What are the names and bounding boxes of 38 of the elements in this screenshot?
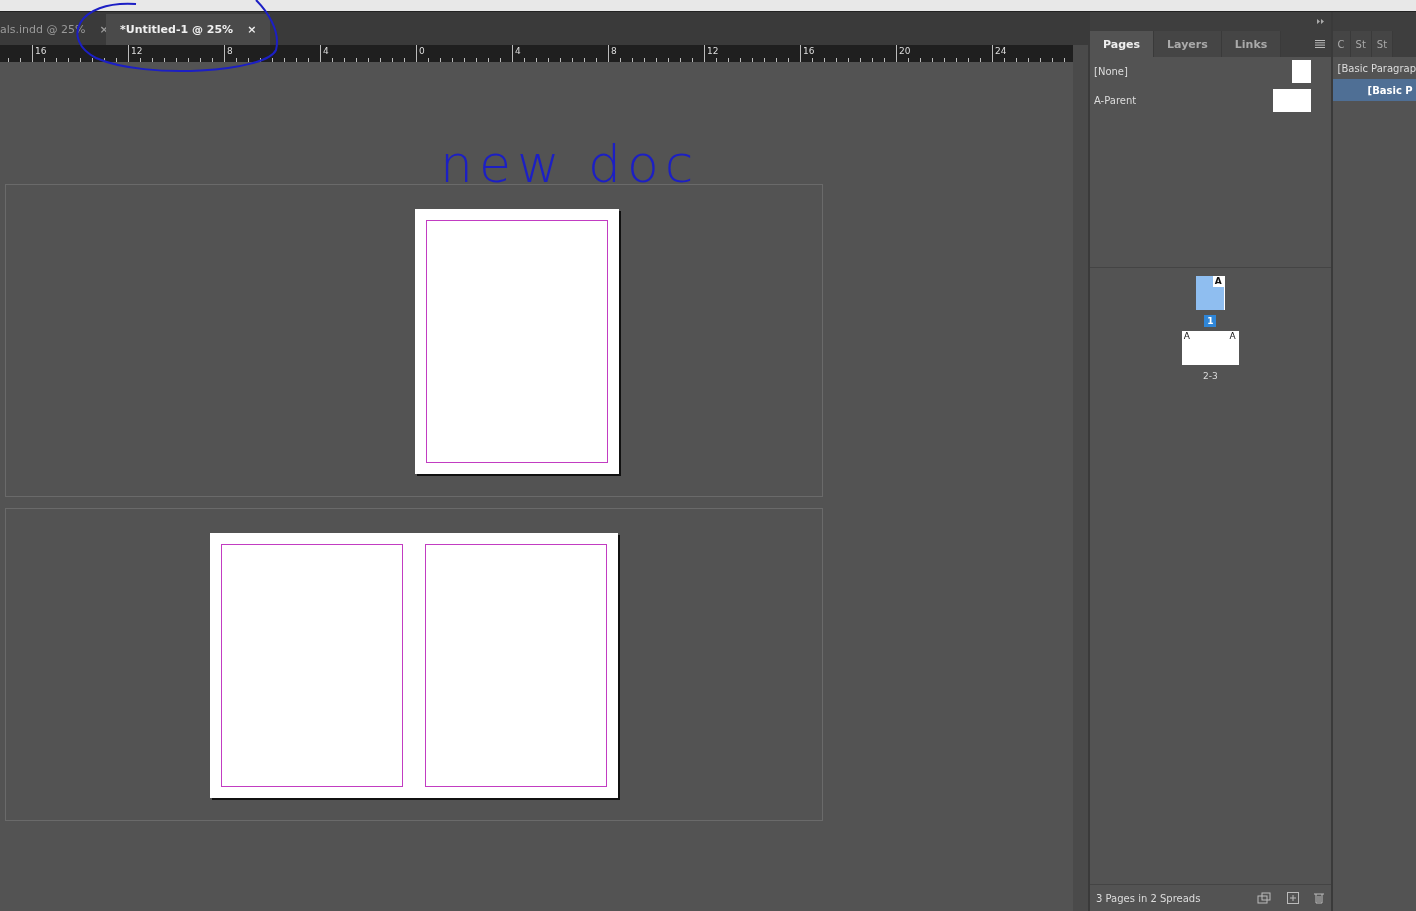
style-item[interactable]: [Basic P [1332, 79, 1416, 101]
collapse-icon[interactable] [1316, 19, 1325, 24]
panel-tab[interactable]: Layers [1154, 31, 1222, 57]
close-icon[interactable]: × [247, 23, 257, 36]
page-number: 1 [1204, 315, 1217, 327]
ruler-number: 20 [896, 45, 992, 59]
ruler-number: 12 [704, 45, 800, 59]
ruler-number: 0 [416, 45, 512, 59]
parent-label[interactable]: A-Parent [1094, 95, 1137, 106]
parent-prefix: A [1228, 331, 1237, 342]
handwritten-note: new doc [440, 134, 700, 194]
style-item[interactable]: [Basic Paragrap [1332, 57, 1416, 79]
ruler-number: 4 [320, 45, 416, 59]
parent-label[interactable]: [None] [1094, 66, 1128, 77]
vertical-scrollbar[interactable] [1073, 62, 1088, 911]
panel-tab[interactable]: St [1350, 31, 1372, 57]
ruler-number: 8 [224, 45, 320, 59]
page-thumbnail[interactable]: A [1195, 276, 1225, 310]
ruler-number: 12 [128, 45, 224, 59]
parent-thumbnail[interactable] [1291, 60, 1311, 83]
trash-icon[interactable] [1312, 892, 1325, 904]
page-count: 3 Pages in 2 Spreads [1096, 892, 1202, 904]
panel-tab[interactable]: Links [1221, 31, 1282, 57]
ruler-number: 4 [512, 45, 608, 59]
panel-tab[interactable]: St [1371, 31, 1394, 57]
parent-thumbnail[interactable] [1272, 89, 1311, 112]
ruler-number: 16 [800, 45, 896, 59]
ruler-number: 16 [32, 45, 128, 59]
menu-icon[interactable] [1314, 40, 1325, 48]
document-tab[interactable]: *Untitled-1 @ 25% × [106, 14, 271, 45]
pages-icon[interactable] [1256, 892, 1273, 904]
panel-tab[interactable]: Pages [1090, 31, 1155, 57]
parent-prefix: A [1182, 331, 1191, 342]
page-number: 2-3 [1201, 370, 1219, 382]
page-thumbnail[interactable]: A A [1181, 331, 1239, 365]
parent-prefix: A [1212, 276, 1224, 287]
new-page-icon[interactable] [1286, 892, 1299, 904]
ruler-number: 8 [608, 45, 704, 59]
